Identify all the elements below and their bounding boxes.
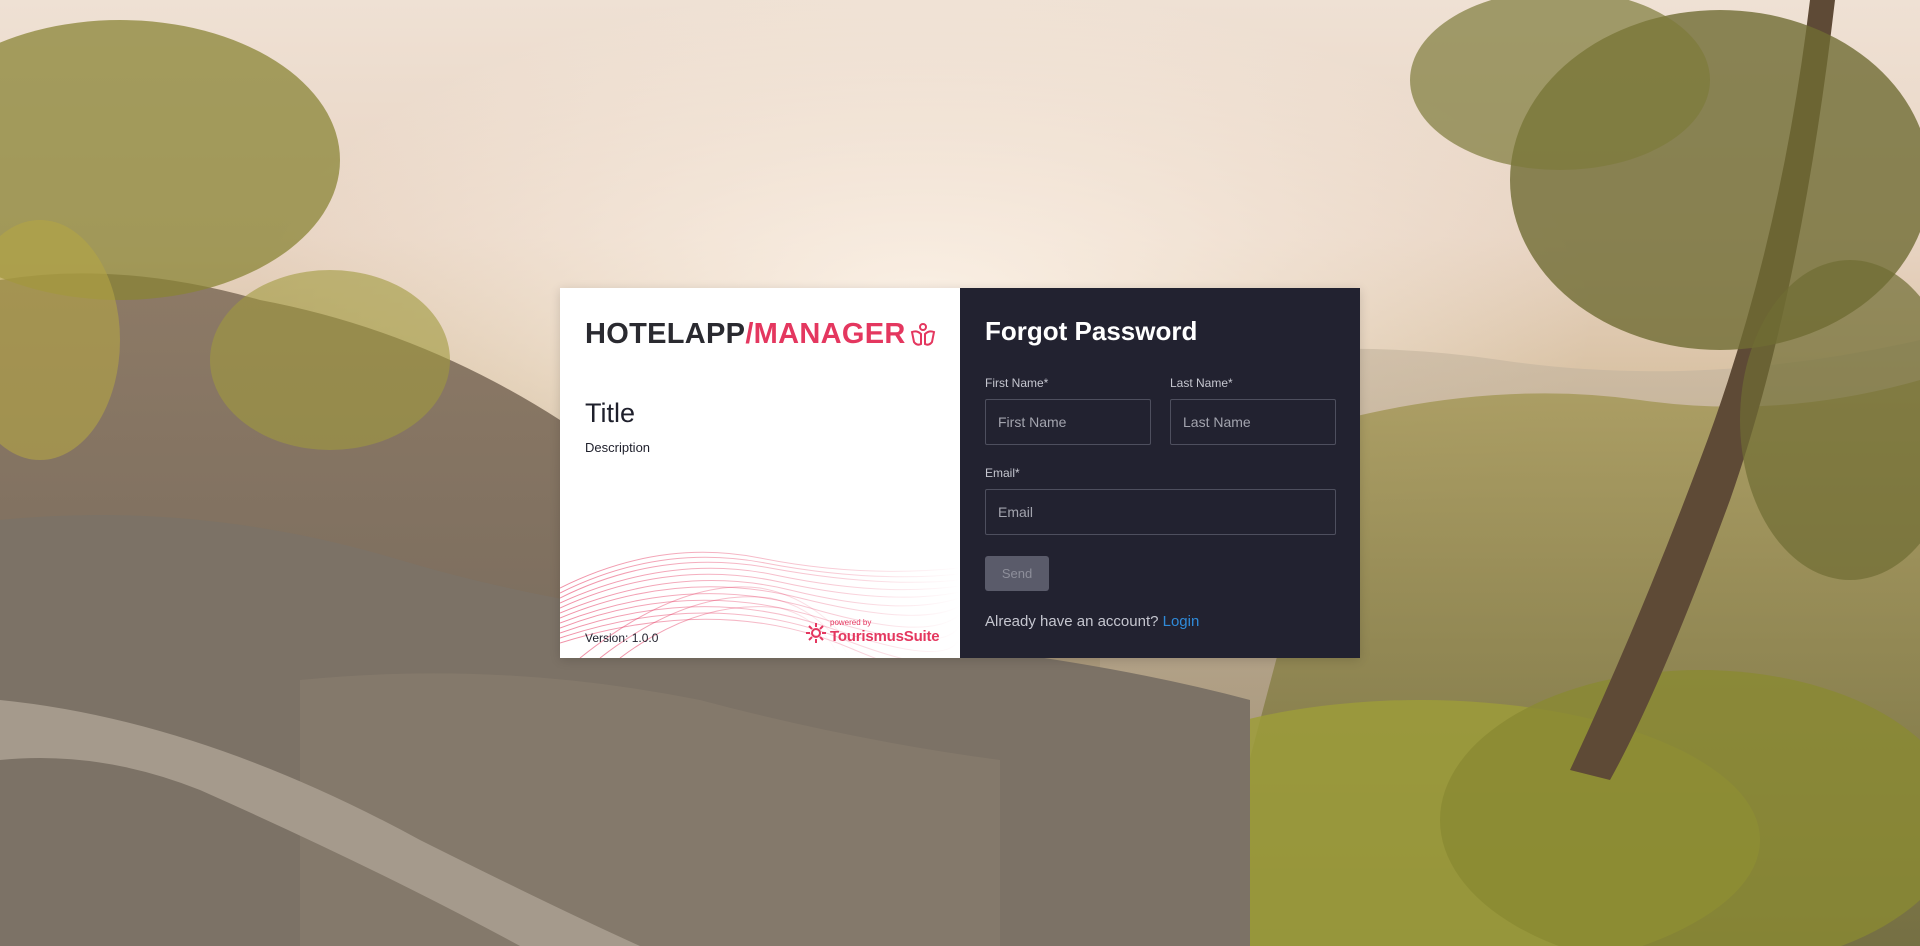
brand-name-part1: HOTELAPP (585, 318, 746, 350)
email-input[interactable] (985, 489, 1336, 535)
info-title: Title (585, 398, 636, 428)
first-name-label: First Name* (985, 376, 1049, 390)
brand-name-part2: /MANAGER (745, 318, 906, 350)
form-panel: Forgot Password First Name* Last Name* E… (960, 288, 1360, 658)
brand-logo: HOTELAPP /MANAGER (585, 318, 937, 351)
form-title: Forgot Password (985, 316, 1198, 346)
first-name-input[interactable] (985, 399, 1151, 445)
powered-by-name: TourismusSuite (830, 628, 940, 645)
info-description: Description (585, 440, 651, 455)
forgot-password-card: HOTELAPP /MANAGER Title Description Vers… (560, 288, 1360, 658)
last-name-input[interactable] (1170, 399, 1336, 445)
info-panel: HOTELAPP /MANAGER Title Description Vers… (560, 288, 960, 658)
login-prompt: Already have an account? Login (985, 613, 1199, 630)
gear-icon (806, 623, 826, 643)
last-name-label: Last Name* (1170, 376, 1233, 390)
account-text: Already have an account? (985, 613, 1159, 630)
version-label: Version: 1.0.0 (585, 631, 659, 645)
hands-icon (909, 322, 937, 348)
login-link[interactable]: Login (1163, 613, 1200, 630)
send-button[interactable]: Send (985, 556, 1049, 591)
powered-by-logo: powered by TourismusSuite (805, 618, 945, 650)
email-label: Email* (985, 466, 1020, 480)
powered-by-text: powered by (830, 618, 872, 627)
